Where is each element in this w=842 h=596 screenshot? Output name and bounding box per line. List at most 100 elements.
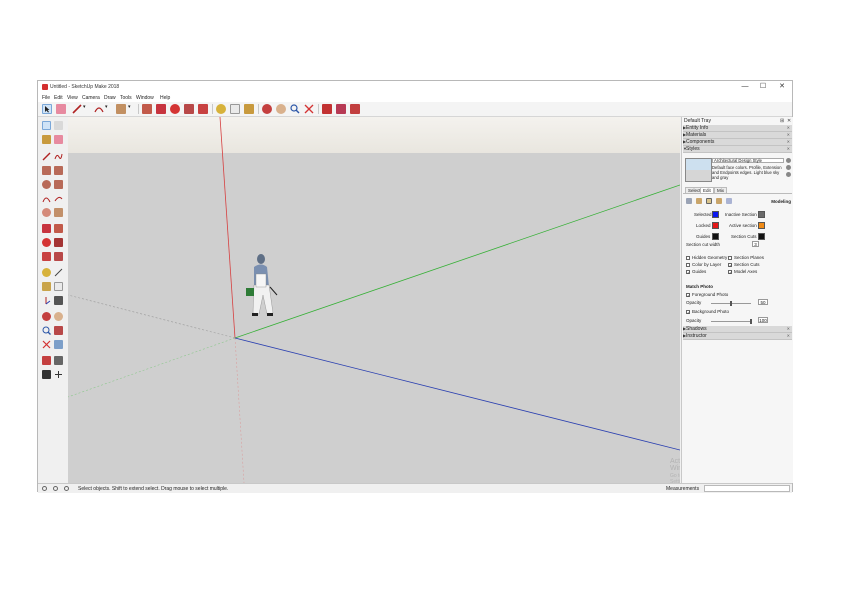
close-button[interactable]: ✕: [775, 82, 789, 92]
geo-location-icon[interactable]: [42, 486, 47, 491]
locked-color-swatch[interactable]: [712, 222, 719, 229]
menu-edit[interactable]: Edit: [54, 95, 63, 101]
axes-icon[interactable]: [42, 296, 51, 305]
move-icon[interactable]: [42, 224, 51, 233]
edge-settings-icon[interactable]: [686, 198, 692, 204]
eraser-icon[interactable]: [56, 104, 66, 114]
shape-dropdown-icon[interactable]: ▾: [128, 104, 133, 114]
warehouse-icon[interactable]: [322, 104, 332, 114]
panel-close-icon[interactable]: ✕: [787, 139, 790, 144]
guides-checkbox[interactable]: ✓ Guides: [686, 269, 706, 274]
scale-icon[interactable]: [42, 252, 51, 261]
hidden-geometry-checkbox[interactable]: Hidden Geometry: [686, 255, 727, 260]
line-icon[interactable]: [72, 104, 82, 114]
push-pull-icon[interactable]: [54, 224, 63, 233]
zoom-extents-icon[interactable]: [42, 340, 51, 349]
section-cut-width-field[interactable]: 3: [752, 241, 759, 247]
freehand-icon[interactable]: [54, 152, 63, 161]
credits-icon[interactable]: [53, 486, 58, 491]
panel-components[interactable]: ▶ Components ✕: [683, 139, 792, 146]
position-camera-icon[interactable]: [42, 356, 51, 365]
pie-icon[interactable]: [54, 208, 63, 217]
panel-close-icon[interactable]: ✕: [787, 132, 790, 137]
paint-bucket-icon[interactable]: [42, 135, 51, 144]
create-style-icon[interactable]: [786, 165, 791, 170]
background-photo-checkbox[interactable]: ✓ Background Photo: [686, 309, 729, 314]
section-cuts-swatch[interactable]: [758, 233, 765, 240]
model-axes-checkbox[interactable]: ✓ Model Axes: [728, 269, 757, 274]
panel-shadows[interactable]: ▶ Shadows ✕: [683, 326, 792, 333]
follow-me-icon[interactable]: [54, 238, 63, 247]
arc-icon[interactable]: [94, 104, 104, 114]
background-opacity-field[interactable]: 100: [758, 317, 768, 323]
circle-icon[interactable]: [42, 180, 51, 189]
polygon-icon[interactable]: [54, 180, 63, 189]
eraser-icon[interactable]: [54, 135, 63, 144]
two-point-arc-icon[interactable]: [54, 194, 63, 203]
background-settings-icon[interactable]: [706, 198, 712, 204]
zoom-window-icon[interactable]: [54, 326, 63, 335]
display-secondary-icon[interactable]: [786, 172, 791, 177]
move-icon[interactable]: [156, 104, 166, 114]
inactive-section-swatch[interactable]: [758, 211, 765, 218]
line-icon[interactable]: [42, 152, 51, 161]
orbit-icon[interactable]: [262, 104, 272, 114]
face-settings-icon[interactable]: [696, 198, 702, 204]
component-icon[interactable]: [54, 121, 63, 130]
foreground-opacity-field[interactable]: 50: [758, 299, 768, 305]
watermark-settings-icon[interactable]: [716, 198, 722, 204]
tape-measure-icon[interactable]: [42, 268, 51, 277]
style-name-field[interactable]: Architectural Design Style: [712, 158, 784, 163]
pan-icon[interactable]: [54, 312, 63, 321]
tape-measure-icon[interactable]: [216, 104, 226, 114]
paint-bucket-icon[interactable]: [244, 104, 254, 114]
menu-window[interactable]: Window: [136, 95, 154, 101]
menu-help[interactable]: Help: [160, 95, 170, 101]
arc-icon[interactable]: [42, 194, 51, 203]
panel-instructor[interactable]: ▶ Instructor ✕: [683, 333, 792, 340]
instructor-toggle-icon[interactable]: [64, 486, 69, 491]
foreground-photo-checkbox[interactable]: ✓ Foreground Photo: [686, 292, 728, 297]
background-opacity-thumb[interactable]: [750, 319, 752, 324]
panel-entity-info[interactable]: ▶ Entity Info ✕: [683, 125, 792, 132]
rotate-icon[interactable]: [42, 238, 51, 247]
selected-color-swatch[interactable]: [712, 211, 719, 218]
zoom-extents-icon[interactable]: [304, 104, 314, 114]
section-plane-icon[interactable]: [54, 370, 63, 379]
offset-icon[interactable]: [54, 252, 63, 261]
line-dropdown-icon[interactable]: ▾: [83, 104, 88, 114]
section-planes-checkbox[interactable]: Section Planes: [728, 255, 764, 260]
foreground-opacity-thumb[interactable]: [730, 301, 732, 306]
color-by-layer-checkbox[interactable]: Color by Layer: [686, 262, 721, 267]
protractor-icon[interactable]: [42, 282, 51, 291]
minimize-button[interactable]: —: [738, 82, 752, 92]
3d-text-icon[interactable]: [54, 296, 63, 305]
pan-icon[interactable]: [276, 104, 286, 114]
active-section-swatch[interactable]: [758, 222, 765, 229]
style-description[interactable]: Default face colors. Profile, Extension …: [712, 165, 784, 180]
update-style-icon[interactable]: [786, 158, 791, 163]
text-icon[interactable]: [230, 104, 240, 114]
measurements-input[interactable]: [704, 485, 790, 492]
orbit-icon[interactable]: [42, 312, 51, 321]
rotate-icon[interactable]: [170, 104, 180, 114]
tray-pin-button[interactable]: ⊞: [780, 118, 784, 124]
menu-file[interactable]: File: [42, 95, 50, 101]
panel-close-icon[interactable]: ✕: [787, 333, 790, 338]
dimension-icon[interactable]: [54, 268, 63, 277]
menu-draw[interactable]: Draw: [104, 95, 116, 101]
modeling-viewport[interactable]: Activate Windows Go to Settings to activ…: [68, 117, 680, 483]
arc-dropdown-icon[interactable]: ▾: [105, 104, 110, 114]
rotated-rectangle-icon[interactable]: [54, 166, 63, 175]
guides-color-swatch[interactable]: [712, 233, 719, 240]
panel-close-icon[interactable]: ✕: [787, 146, 790, 151]
tray-close-button[interactable]: ✕: [787, 118, 791, 124]
share-model-icon[interactable]: [350, 104, 360, 114]
text-icon[interactable]: [54, 282, 63, 291]
push-pull-icon[interactable]: [142, 104, 152, 114]
offset-icon[interactable]: [198, 104, 208, 114]
shape-icon[interactable]: [116, 104, 126, 114]
walk-icon[interactable]: [42, 370, 51, 379]
panel-materials[interactable]: ▶ Materials ✕: [683, 132, 792, 139]
menu-view[interactable]: View: [67, 95, 78, 101]
